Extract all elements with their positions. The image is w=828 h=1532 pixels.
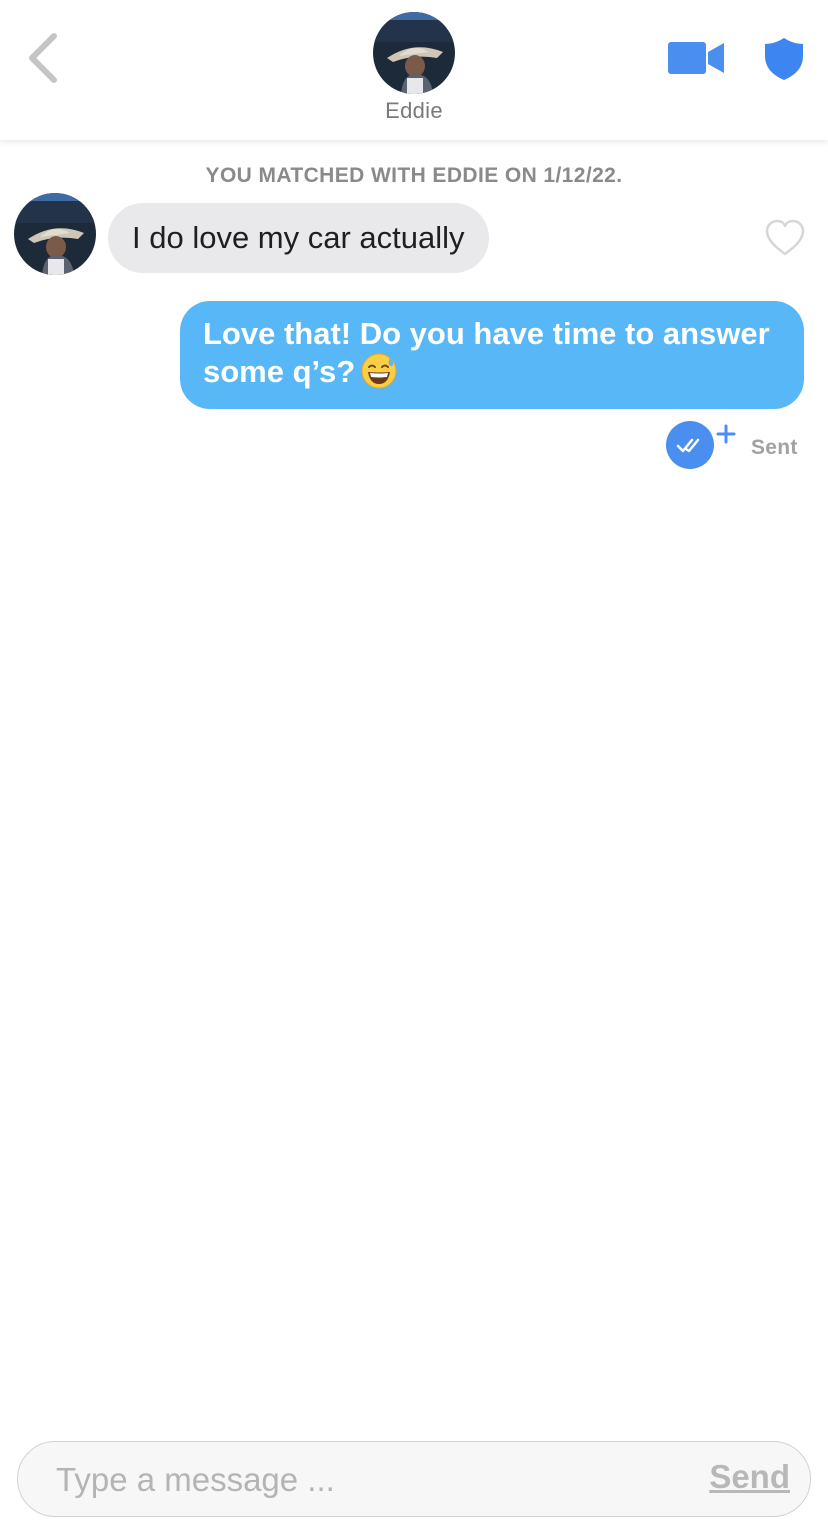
heart-outline-icon bbox=[765, 219, 805, 256]
read-receipt-button[interactable] bbox=[665, 420, 739, 470]
video-call-button[interactable] bbox=[668, 40, 726, 76]
match-date-banner: YOU MATCHED WITH EDDIE ON 1/12/22. bbox=[205, 164, 623, 187]
sender-avatar[interactable] bbox=[14, 193, 96, 275]
message-composer: Send bbox=[17, 1441, 811, 1517]
double-check-icon bbox=[666, 421, 736, 469]
incoming-message-bubble[interactable]: I do love my car actually bbox=[108, 203, 489, 273]
outgoing-message-text: Love that! Do you have time to answer so… bbox=[203, 316, 770, 389]
chevron-left-icon bbox=[29, 33, 57, 83]
message-status: Sent bbox=[751, 436, 798, 459]
chat-header: Eddie bbox=[0, 0, 828, 140]
outgoing-message-bubble[interactable]: Love that! Do you have time to answer so… bbox=[180, 301, 804, 409]
match-avatar[interactable] bbox=[373, 12, 455, 94]
shield-icon bbox=[765, 38, 803, 80]
video-camera-icon bbox=[668, 42, 724, 74]
chat-screen: Eddie YOU MATCHED WITH EDDIE ON 1/12/22. bbox=[0, 0, 828, 1532]
like-message-button[interactable] bbox=[764, 218, 806, 258]
safety-button[interactable] bbox=[763, 36, 805, 82]
profile-photo bbox=[373, 12, 455, 94]
profile-photo bbox=[14, 193, 96, 275]
match-name: Eddie bbox=[385, 98, 443, 123]
send-button[interactable]: Send bbox=[709, 1458, 790, 1496]
message-input[interactable] bbox=[54, 1456, 658, 1504]
back-button[interactable] bbox=[22, 30, 66, 86]
grinning-face-with-sweat-emoji bbox=[361, 353, 397, 389]
